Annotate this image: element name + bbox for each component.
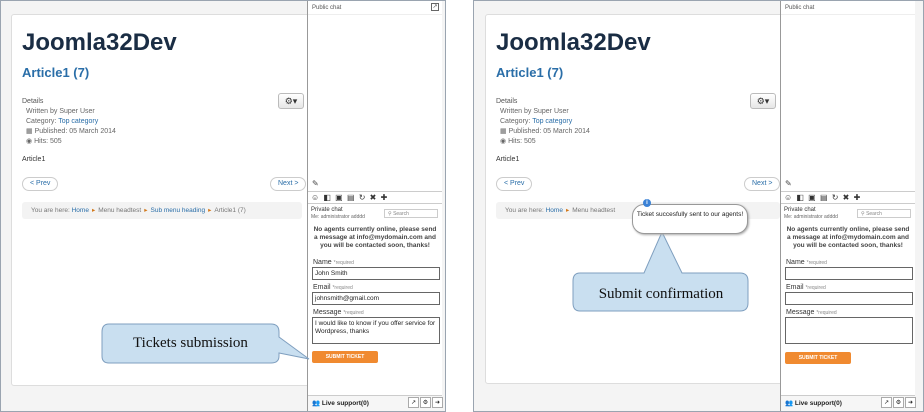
confirmation-bubble: Ticket succesfully sent to our agents!	[632, 204, 748, 234]
users-icon: 👥	[312, 400, 321, 407]
category-link[interactable]: Top category	[58, 118, 98, 125]
chat-user: Me: administrator adddd	[784, 214, 838, 220]
chat-toolbar[interactable]: ☺ ◧ ▣ ▤ ↻ ✖ ✚	[308, 191, 442, 204]
breadcrumb-current: Article1 (7)	[214, 207, 246, 214]
eye-icon: ◉	[500, 138, 507, 145]
email-label: Email *required	[313, 284, 353, 291]
article-panel: Joomla32Dev Article1 (7) ⚙▾ Details Writ…	[485, 14, 790, 384]
article-title[interactable]: Article1 (7)	[22, 65, 89, 80]
email-label: Email *required	[786, 284, 826, 291]
settings-icon[interactable]: ⚙	[893, 397, 904, 408]
offline-notice: No agents currently online, please send …	[786, 226, 910, 249]
gear-icon[interactable]: ⚙▾	[750, 93, 776, 109]
article-details: Details Written by Super User Category: …	[496, 98, 590, 145]
left-screenshot: Joomla32Dev Article1 (7) ⚙▾ Details Writ…	[0, 0, 446, 412]
search-input[interactable]: ⚲ Search	[384, 209, 438, 218]
breadcrumb-home[interactable]: Home	[72, 207, 89, 214]
article-title[interactable]: Article1 (7)	[496, 65, 563, 80]
chat-toolbar[interactable]: ☺ ◧ ▣ ▤ ↻ ✖ ✚	[781, 191, 915, 204]
next-button[interactable]: Next >	[270, 177, 307, 191]
pencil-icon[interactable]: ✎	[312, 179, 319, 188]
category-link[interactable]: Top category	[532, 118, 572, 125]
submit-ticket-button[interactable]: SUBMIT TICKET	[785, 352, 851, 364]
eye-icon: ◉	[26, 138, 33, 145]
next-button[interactable]: Next >	[744, 177, 781, 191]
chat-header: Public chat	[781, 1, 915, 15]
breadcrumb-sub[interactable]: Sub menu heading	[151, 207, 206, 214]
email-field[interactable]: johnsmith@gmail.com	[312, 292, 440, 305]
private-chat-title: Private chat	[784, 207, 816, 213]
email-field[interactable]	[785, 292, 913, 305]
search-icon: ⚲	[861, 211, 865, 217]
pencil-icon[interactable]: ✎	[785, 179, 792, 188]
breadcrumb-menu: Menu headtest	[98, 207, 142, 214]
logout-icon[interactable]: ➜	[905, 397, 916, 408]
settings-icon[interactable]: ⚙	[420, 397, 431, 408]
live-support-bar: 👥 Live support(0) ↗ ⚙ ➜	[781, 395, 916, 411]
users-icon: 👥	[785, 400, 794, 407]
message-label: Message *required	[786, 309, 837, 316]
article-body: Article1	[22, 156, 46, 163]
site-title[interactable]: Joomla32Dev	[22, 29, 177, 57]
prev-button[interactable]: < Prev	[496, 177, 533, 191]
search-input[interactable]: ⚲ Search	[857, 209, 911, 218]
prev-button[interactable]: < Prev	[22, 177, 59, 191]
message-label: Message *required	[313, 309, 364, 316]
breadcrumb-menu: Menu headtest	[572, 207, 616, 214]
gear-icon[interactable]: ⚙▾	[278, 93, 304, 109]
calendar-icon: ▦	[500, 128, 507, 135]
chat-panel: Public chat ✎ ☺ ◧ ▣ ▤ ↻ ✖ ✚ Private chat…	[780, 1, 916, 411]
name-label: Name *required	[313, 259, 354, 266]
chat-panel: Public chat ↗ ✎ ☺ ◧ ▣ ▤ ↻ ✖ ✚ Private cha…	[307, 1, 443, 411]
chat-header: Public chat ↗	[308, 1, 442, 15]
site-title[interactable]: Joomla32Dev	[496, 29, 651, 57]
offline-notice: No agents currently online, please send …	[313, 226, 437, 249]
info-icon: i	[643, 199, 651, 207]
name-field[interactable]: John Smith	[312, 267, 440, 280]
private-chat-title: Private chat	[311, 207, 343, 213]
submit-confirmation-callout: Submit confirmation	[598, 286, 724, 302]
breadcrumb-home[interactable]: Home	[546, 207, 563, 214]
popout-icon[interactable]: ↗	[431, 3, 439, 11]
popout-icon[interactable]: ↗	[408, 397, 419, 408]
message-field[interactable]: I would like to know if you offer servic…	[312, 317, 440, 344]
article-details: Details Written by Super User Category: …	[22, 98, 116, 145]
message-field[interactable]	[785, 317, 913, 344]
name-label: Name *required	[786, 259, 827, 266]
breadcrumb: You are here: Home ▸ Menu headtest ▸ Sub men…	[22, 202, 302, 219]
article-body: Article1	[496, 156, 520, 163]
name-field[interactable]	[785, 267, 913, 280]
search-icon: ⚲	[388, 211, 392, 217]
logout-icon[interactable]: ➜	[432, 397, 443, 408]
popout-icon[interactable]: ↗	[881, 397, 892, 408]
calendar-icon: ▦	[26, 128, 33, 135]
submit-ticket-button[interactable]: SUBMIT TICKET	[312, 351, 378, 363]
tickets-submission-callout: Tickets submission	[133, 335, 248, 351]
chat-user: Me: administrator adddd	[311, 214, 365, 220]
live-support-bar: 👥 Live support(0) ↗ ⚙ ➜	[308, 395, 443, 411]
